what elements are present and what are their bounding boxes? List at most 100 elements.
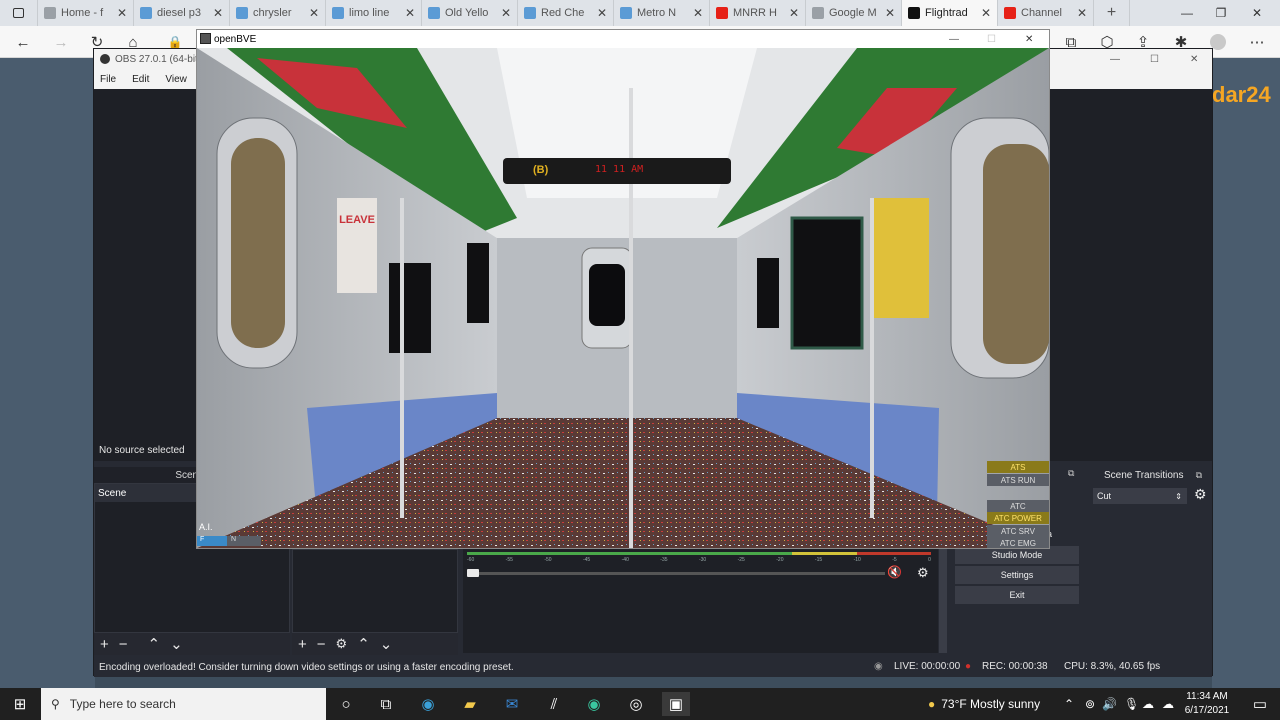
browser-tab[interactable]: MNRR H ✕ [710, 0, 806, 26]
tab-close-icon[interactable]: ✕ [213, 6, 223, 20]
browser-tab[interactable]: Google M ✕ [806, 0, 902, 26]
openbve-maximize-icon[interactable]: ☐ [987, 34, 996, 45]
menu-view[interactable]: View [165, 74, 187, 85]
move-down-icon[interactable]: ⌄ [170, 635, 183, 653]
edge-icon[interactable]: ◉ [414, 692, 442, 716]
tab-label: Channel [1021, 7, 1062, 19]
mail-icon[interactable]: ✉ [498, 692, 526, 716]
volume-meter [467, 552, 931, 555]
openbve-taskbar-icon[interactable]: ▣ [662, 692, 690, 716]
tab-close-icon[interactable]: ✕ [597, 6, 607, 20]
hud-atc: ATC [987, 500, 1049, 512]
forward-icon[interactable]: → [50, 31, 72, 53]
scene-transitions-label: Scene Transitions [1104, 469, 1184, 481]
route-sign-time: 11 11 AM [595, 164, 644, 175]
tab-close-icon[interactable]: ✕ [309, 6, 319, 20]
file-explorer-icon[interactable]: ▰ [456, 692, 484, 716]
move-up-icon[interactable]: ⌃ [148, 635, 161, 653]
hud-atc-srv: ATC SRV [987, 525, 1049, 537]
tab-close-icon[interactable]: ✕ [885, 6, 895, 20]
openbve-minimize-icon[interactable]: — [949, 34, 959, 45]
browser-tab[interactable]: diesel p3 ✕ [134, 0, 230, 26]
menu-edit[interactable]: Edit [132, 74, 149, 85]
openbve-close-icon[interactable]: ✕ [1025, 34, 1033, 45]
tray-chevron-icon[interactable]: ⌃ [1064, 688, 1074, 720]
subway-car-interior-view[interactable]: LEAVE (B) 11 11 AM ATS ATS RUN ATC ATC P… [197, 48, 1049, 548]
tab-close-icon[interactable]: ✕ [981, 6, 991, 20]
hud-reverser: F N [197, 536, 261, 546]
mute-icon[interactable]: 🔇 [887, 565, 902, 579]
more-menu-icon[interactable]: ⋯ [1246, 31, 1268, 53]
transition-value: Cut [1097, 491, 1112, 501]
left-poster-text: LEAVE [339, 214, 375, 226]
transition-select[interactable]: Cut ⇕ [1093, 488, 1187, 504]
back-icon[interactable]: ← [12, 31, 34, 53]
volume-icon[interactable]: 🔊 [1102, 688, 1117, 720]
remove-source-icon[interactable]: − [317, 636, 326, 653]
obs-maximize-icon[interactable]: ☐ [1150, 54, 1159, 65]
reverser-forward: F [197, 536, 227, 546]
meter-tick-label: -50 [544, 557, 552, 563]
mixer-settings-icon[interactable]: ⚙ [917, 565, 929, 581]
weather-widget[interactable]: ● 73°F Mostly sunny [928, 688, 1040, 720]
edge-dev-icon[interactable]: ◉ [580, 692, 608, 716]
clock-date: 6/17/2021 [1184, 705, 1230, 716]
network-icon[interactable]: ⊚ [1085, 688, 1095, 720]
browser-tab[interactable]: Channel ✕ [998, 0, 1094, 26]
tab-close-icon[interactable]: ✕ [1077, 6, 1087, 20]
obs-close-icon[interactable]: ✕ [1190, 54, 1198, 65]
scene-transitions-header: Scene Transitions ⧉ [1090, 467, 1210, 483]
source-settings-icon[interactable]: ⚙ [336, 636, 348, 652]
tab-close-icon[interactable]: ✕ [117, 6, 127, 20]
add-source-icon[interactable]: + [298, 636, 307, 653]
obs-minimize-icon[interactable]: — [1110, 54, 1120, 65]
remove-scene-icon[interactable]: − [119, 636, 128, 653]
onedrive-icon[interactable]: ☁ [1142, 688, 1154, 720]
tab-favicon-icon [332, 7, 344, 19]
transition-settings-icon[interactable]: ⚙ [1194, 486, 1207, 503]
close-window-icon[interactable]: ✕ [1234, 0, 1280, 26]
taskbar-clock[interactable]: 11:34 AM 6/17/2021 [1180, 690, 1234, 718]
cloud-icon[interactable]: ☁ [1162, 688, 1174, 720]
start-windows-icon[interactable]: ⊞ [6, 692, 34, 716]
tab-favicon-icon [236, 7, 248, 19]
cortana-icon[interactable]: ○ [332, 692, 360, 716]
float-dock-icon[interactable]: ⧉ [1068, 468, 1074, 479]
tab-close-icon[interactable]: ✕ [405, 6, 415, 20]
tab-close-icon[interactable]: ✕ [501, 6, 511, 20]
browser-tab[interactable]: chrysler ✕ [230, 0, 326, 26]
mixer-scrollbar[interactable] [939, 547, 947, 653]
task-view-icon[interactable]: ⧉ [372, 692, 400, 716]
source-up-icon[interactable]: ⌃ [357, 635, 370, 653]
tab-actions-button[interactable] [0, 0, 38, 26]
browser-tab[interactable]: Old Yello ✕ [422, 0, 518, 26]
tab-close-icon[interactable]: ✕ [693, 6, 703, 20]
exit-button[interactable]: Exit [955, 586, 1079, 604]
obs-logo-icon [100, 54, 110, 64]
source-down-icon[interactable]: ⌄ [380, 635, 393, 653]
taskbar-search-box[interactable]: ⚲ Type here to search [41, 688, 326, 720]
pen-app-icon[interactable]: ⫽ [540, 692, 568, 716]
settings-button[interactable]: Settings [955, 566, 1079, 584]
notifications-icon[interactable]: ▭ [1246, 692, 1274, 716]
microphone-icon[interactable]: 🎙 [1124, 688, 1139, 720]
tab-close-icon[interactable]: ✕ [789, 6, 799, 20]
browser-tab[interactable]: Metro N ✕ [614, 0, 710, 26]
browser-tab[interactable]: Flightrad ✕ [902, 0, 998, 26]
browser-tab[interactable]: Home - f ✕ [38, 0, 134, 26]
add-scene-icon[interactable]: + [100, 636, 109, 653]
browser-tab[interactable]: limo line ✕ [326, 0, 422, 26]
obs-taskbar-icon[interactable]: ◎ [622, 692, 650, 716]
tab-favicon-icon [140, 7, 152, 19]
new-tab-button[interactable]: + [1094, 0, 1130, 26]
tab-favicon-icon [620, 7, 632, 19]
no-source-label: No source selected [99, 445, 185, 456]
transitions-float-icon[interactable]: ⧉ [1196, 470, 1202, 481]
browser-tab[interactable]: Red Che ✕ [518, 0, 614, 26]
menu-file[interactable]: File [100, 74, 116, 85]
tab-label: Flightrad [925, 7, 968, 19]
volume-slider-knob[interactable] [467, 569, 479, 577]
rec-indicator-icon: ● [965, 661, 972, 672]
tab-favicon-icon [524, 7, 536, 19]
meter-tick-label: -30 [698, 557, 707, 563]
